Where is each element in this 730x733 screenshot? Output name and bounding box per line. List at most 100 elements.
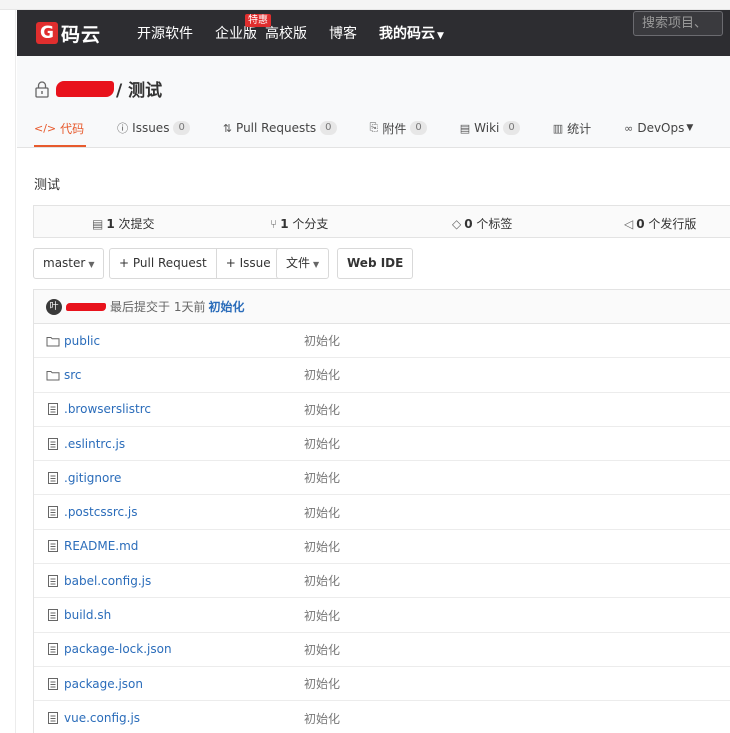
file-name-cell[interactable]: .eslintrc.js xyxy=(34,437,304,451)
tags-label: 个标签 xyxy=(476,217,513,231)
file-row[interactable]: .browserslistrc 初始化 xyxy=(34,393,730,427)
file-row[interactable]: vue.config.js 初始化 xyxy=(34,701,730,733)
file-name-cell[interactable]: babel.config.js xyxy=(34,574,304,588)
file-name[interactable]: src xyxy=(64,368,82,382)
file-name-cell[interactable]: src xyxy=(34,368,304,382)
file-name-cell[interactable]: .browserslistrc xyxy=(34,402,304,416)
file-commit-message[interactable]: 初始化 xyxy=(304,572,340,589)
nav-enterprise-label: 企业版 xyxy=(215,26,258,42)
file-name[interactable]: build.sh xyxy=(64,608,111,622)
file-list: public 初始化 src 初始化 .browserslistrc 初始化 .eslint… xyxy=(34,324,730,733)
web-ide-button[interactable]: Web IDE xyxy=(337,248,414,279)
repo-description: 测试 xyxy=(34,178,61,193)
file-name-cell[interactable]: package.json xyxy=(34,677,304,691)
file-name-cell[interactable]: package-lock.json xyxy=(34,642,304,656)
file-name[interactable]: package.json xyxy=(64,677,143,691)
tab-issues[interactable]: ⓘ Issues 0 xyxy=(117,119,190,137)
paperclip-icon: ⎘ xyxy=(369,121,379,134)
file-row[interactable]: public 初始化 xyxy=(34,324,730,359)
commits-label: 次提交 xyxy=(118,217,155,231)
repo-tabs: </> 代码 ⓘ Issues 0 ⇅ Pull Requests 0 ⎘ 附件… xyxy=(34,119,726,147)
book-icon: ▤ xyxy=(459,121,471,135)
tab-statistics[interactable]: ▥ 统计 xyxy=(553,119,591,137)
new-pull-request-button[interactable]: + Pull Request xyxy=(110,249,216,278)
chevron-down-icon: ▼ xyxy=(88,260,95,269)
files-dropdown[interactable]: 文件 ▼ xyxy=(276,248,330,279)
nav-open-source[interactable]: 开源软件 xyxy=(137,23,193,43)
file-row[interactable]: src 初始化 xyxy=(34,358,730,393)
files-dropdown-label: 文件 xyxy=(286,256,311,270)
repo-name[interactable]: / 测试 xyxy=(116,76,162,101)
file-name-cell[interactable]: README.md xyxy=(34,539,304,553)
file-row[interactable]: package.json 初始化 xyxy=(34,667,730,702)
chevron-down-icon: ▼ xyxy=(686,123,694,133)
nav-enterprise[interactable]: 企业版 特惠 xyxy=(215,14,272,43)
nav-blog[interactable]: 博客 xyxy=(329,23,357,43)
tab-attachments-count: 0 xyxy=(410,121,427,135)
file-icon xyxy=(48,712,58,725)
file-name[interactable]: .eslintrc.js xyxy=(64,437,125,451)
file-name[interactable]: .postcssrc.js xyxy=(64,505,138,519)
last-commit-time: 最后提交于 1天前 xyxy=(110,300,206,314)
file-commit-message[interactable]: 初始化 xyxy=(304,538,340,555)
search-input[interactable]: 搜索项目、 xyxy=(633,11,723,36)
file-icon xyxy=(48,506,58,519)
file-name-cell[interactable]: .gitignore xyxy=(34,471,304,485)
file-row[interactable]: build.sh 初始化 xyxy=(34,598,730,633)
file-commit-message[interactable]: 初始化 xyxy=(304,504,340,521)
stat-branches[interactable]: ⑂ 1 个分支 xyxy=(270,215,328,232)
folder-icon xyxy=(46,370,60,381)
file-commit-message[interactable]: 初始化 xyxy=(304,469,340,486)
avatar[interactable]: 叶 xyxy=(46,298,62,315)
new-issue-button[interactable]: + Issue xyxy=(215,249,280,278)
gitee-logo[interactable]: G 码云 xyxy=(36,20,101,47)
file-name[interactable]: .gitignore xyxy=(64,471,121,485)
active-tab-indicator xyxy=(34,145,86,147)
file-commit-message[interactable]: 初始化 xyxy=(304,607,340,624)
tab-code[interactable]: </> 代码 xyxy=(34,119,84,137)
file-name[interactable]: public xyxy=(64,334,100,348)
file-commit-message[interactable]: 初始化 xyxy=(304,641,340,658)
release-icon: ◁ xyxy=(624,217,634,231)
infinity-icon: ∞ xyxy=(624,121,634,135)
tab-code-label: 代码 xyxy=(60,121,85,136)
file-commit-message[interactable]: 初始化 xyxy=(304,710,340,727)
nav-university[interactable]: 高校版 xyxy=(265,23,307,43)
file-row[interactable]: .postcssrc.js 初始化 xyxy=(34,495,730,530)
file-name-cell[interactable]: .postcssrc.js xyxy=(34,505,304,519)
last-commit-message[interactable]: 初始化 xyxy=(208,298,244,315)
tab-devops[interactable]: ∞ DevOps ▼ xyxy=(624,119,693,137)
file-commit-message[interactable]: 初始化 xyxy=(304,366,340,383)
stat-tags[interactable]: ◇ 0 个标签 xyxy=(452,215,512,232)
file-row[interactable]: README.md 初始化 xyxy=(34,530,730,565)
tab-statistics-label: 统计 xyxy=(567,121,592,136)
file-commit-message[interactable]: 初始化 xyxy=(304,401,340,418)
nav-my-gitee[interactable]: 我的码云 ▼ xyxy=(379,23,444,43)
file-row[interactable]: package-lock.json 初始化 xyxy=(34,633,730,667)
stat-releases[interactable]: ◁ 0 个发行版 xyxy=(624,215,696,232)
file-name[interactable]: package-lock.json xyxy=(64,642,172,656)
file-name[interactable]: vue.config.js xyxy=(64,711,140,725)
redacted-author-name xyxy=(66,302,106,311)
file-row[interactable]: babel.config.js 初始化 xyxy=(34,564,730,599)
file-name-cell[interactable]: build.sh xyxy=(34,608,304,622)
branch-select[interactable]: master ▼ xyxy=(33,248,105,279)
file-name[interactable]: babel.config.js xyxy=(64,574,151,588)
tab-wiki[interactable]: ▤ Wiki 0 xyxy=(460,119,520,137)
file-name-cell[interactable]: vue.config.js xyxy=(34,711,304,725)
chevron-down-icon: ▼ xyxy=(437,31,444,41)
file-name-cell[interactable]: public xyxy=(34,334,304,348)
file-row[interactable]: .eslintrc.js 初始化 xyxy=(34,427,730,462)
file-row[interactable]: .gitignore 初始化 xyxy=(34,461,730,496)
file-commit-message[interactable]: 初始化 xyxy=(304,435,340,452)
file-commit-message[interactable]: 初始化 xyxy=(304,675,340,692)
tab-pull-requests[interactable]: ⇅ Pull Requests 0 xyxy=(223,119,337,137)
file-commit-message[interactable]: 初始化 xyxy=(304,332,340,349)
stat-commits[interactable]: ▤ 1 次提交 xyxy=(92,215,155,232)
repo-header: / 测试 </> 代码 ⓘ Issues 0 ⇅ Pull Requests 0… xyxy=(17,56,730,148)
issue-icon: ⓘ xyxy=(117,122,129,135)
file-name[interactable]: .browserslistrc xyxy=(64,402,151,416)
branches-label: 个分支 xyxy=(292,217,329,231)
tab-attachments[interactable]: ⎘ 附件 0 xyxy=(370,119,427,137)
file-name[interactable]: README.md xyxy=(64,539,138,553)
